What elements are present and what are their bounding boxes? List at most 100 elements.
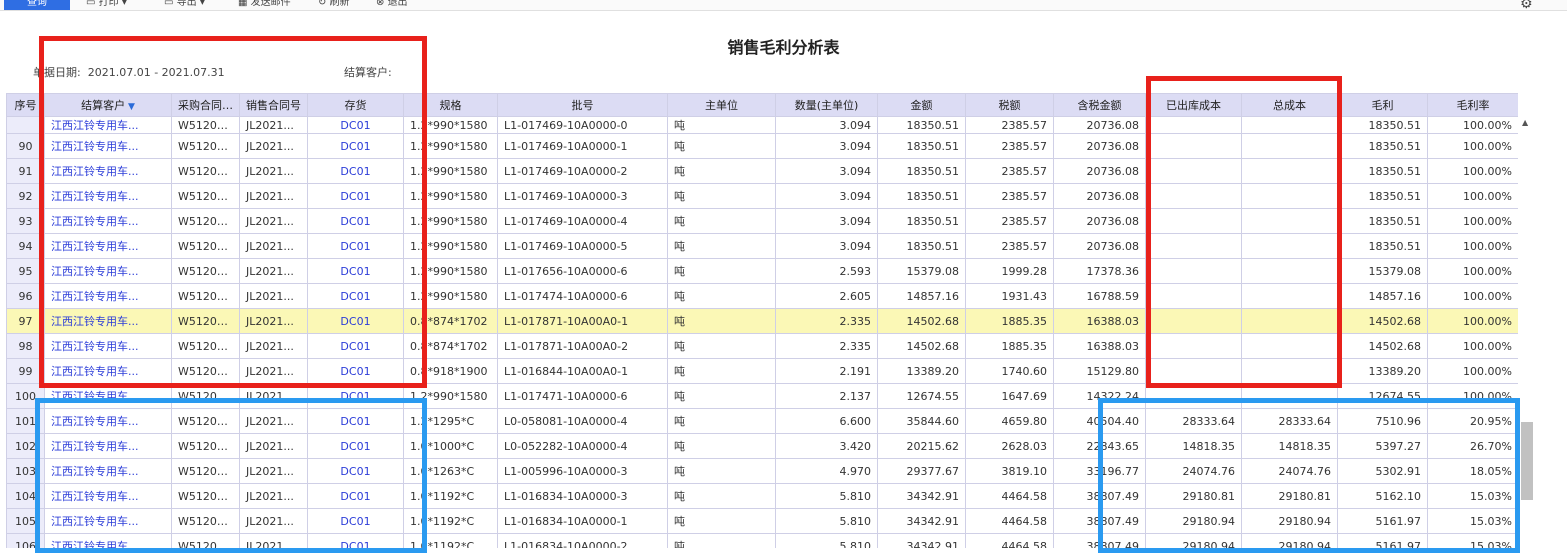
scrollbar-thumb[interactable] [1521,422,1533,500]
table-cell: W51202... [171,333,240,359]
table-cell[interactable]: DC01 [307,116,404,134]
table-cell[interactable]: 江西江铃专用车... [44,183,172,209]
table-cell: 2385.57 [965,208,1054,234]
table-cell[interactable]: DC01 [307,408,404,434]
print-button[interactable]: ▭ 打印 ▾ [86,0,127,10]
table-cell: JL2021... [239,233,308,259]
table-cell[interactable]: 江西江铃专用车... [44,233,172,259]
table-cell[interactable]: DC01 [307,333,404,359]
table-row[interactable]: 96 江西江铃专用车... W51202... JL2021... DC01 1.2*99… [6,283,1518,309]
table-cell: 3.094 [775,133,878,159]
table-cell: 2.593 [775,258,878,284]
table-cell[interactable]: DC01 [307,133,404,159]
column-header[interactable]: 含税金额 [1053,93,1146,117]
export-button[interactable]: ▭ 导出 ▾ [164,0,205,10]
table-row[interactable]: 105 江西江铃专用车... W51202... JL2021... DC01 1.0*1… [6,508,1518,534]
column-header[interactable]: 数量(主单位) [775,93,878,117]
column-header[interactable]: 毛利 [1337,93,1428,117]
table-cell[interactable]: DC01 [307,283,404,309]
table-row-partial[interactable]: 江西江铃专用车... W51202... JL2021... DC01 1.2*990*… [6,116,1518,134]
table-row[interactable]: 91 江西江铃专用车... W51202... JL2021... DC01 1.2*99… [6,158,1518,184]
table-cell[interactable]: 江西江铃专用车... [44,333,172,359]
table-row[interactable]: 104 江西江铃专用车... W51202... JL2021... DC01 1.0*1… [6,483,1518,509]
table-cell: 38807.49 [1053,483,1146,509]
row-number-cell: 90 [6,133,45,159]
column-header[interactable]: 批号 [497,93,668,117]
column-header[interactable]: 销售合同号 [239,93,308,117]
refresh-button[interactable]: ↻ 刷新 [318,0,350,10]
table-cell[interactable]: DC01 [307,183,404,209]
exit-button[interactable]: ⊗ 退出 [376,0,408,10]
table-cell[interactable]: 江西江铃专用车... [44,508,172,534]
table-row[interactable]: 99 江西江铃专用车... W51202... JL2021... DC01 0.8*91… [6,358,1518,384]
table-cell[interactable]: 江西江铃专用车... [44,133,172,159]
table-cell[interactable]: DC01 [307,308,404,334]
table-cell: 2385.57 [965,158,1054,184]
table-cell[interactable]: DC01 [307,533,404,548]
table-cell[interactable]: 江西江铃专用车... [44,158,172,184]
scroll-up-icon[interactable]: ▲ [1522,118,1528,127]
table-cell[interactable]: 江西江铃专用车... [44,308,172,334]
table-cell: 2.335 [775,308,878,334]
column-header[interactable]: 已出库成本 [1145,93,1242,117]
send-email-button[interactable]: ▦ 发送邮件 [238,0,291,10]
table-row[interactable]: 106 江西江铃专用车... W51202... JL2021... DC01 1.0*1… [6,533,1518,548]
table-cell[interactable]: 江西江铃专用车... [44,383,172,409]
table-row[interactable]: 92 江西江铃专用车... W51202... JL2021... DC01 1.2*99… [6,183,1518,209]
table-cell: W51202... [171,483,240,509]
table-cell[interactable]: 江西江铃专用车... [44,208,172,234]
table-cell[interactable]: 江西江铃专用车... [44,408,172,434]
table-row[interactable]: 102 江西江铃专用车... W51202... JL2021... DC01 1.0*1… [6,433,1518,459]
table-row[interactable]: 101 江西江铃专用车... W51202... JL2021... DC01 1.2*1… [6,408,1518,434]
sales-margin-table: 序号 结算客户 ▼ 采购合同编号 销售合同号 存货 规格 批号 主单位 数量(主单位) 金额 税额含… [6,93,1518,548]
column-header[interactable]: 规格 [403,93,498,117]
table-cell[interactable]: 江西江铃专用车... [44,458,172,484]
table-cell: 29377.67 [877,458,966,484]
table-row[interactable]: 94 江西江铃专用车... W51202... JL2021... DC01 1.2*99… [6,233,1518,259]
table-cell [1241,233,1338,259]
column-header[interactable]: 主单位 [667,93,776,117]
table-cell: 吨 [667,533,776,548]
column-header[interactable]: 采购合同编号 [171,93,240,117]
table-cell[interactable]: DC01 [307,158,404,184]
table-row[interactable]: 98 江西江铃专用车... W51202... JL2021... DC01 0.8*87… [6,333,1518,359]
table-row[interactable]: 95 江西江铃专用车... W51202... JL2021... DC01 1.2*99… [6,258,1518,284]
table-cell: 18350.51 [1337,158,1428,184]
table-cell[interactable]: 江西江铃专用车... [44,116,172,134]
column-header[interactable]: 序号 [6,93,45,117]
table-cell[interactable]: 江西江铃专用车... [44,283,172,309]
table-cell[interactable]: 江西江铃专用车... [44,433,172,459]
table-cell[interactable]: DC01 [307,483,404,509]
column-header-label: 采购合同编号 [178,99,240,112]
table-cell: W51202... [171,116,240,134]
table-cell[interactable]: 江西江铃专用车... [44,258,172,284]
table-cell[interactable]: DC01 [307,208,404,234]
table-cell: 18350.51 [877,233,966,259]
table-cell[interactable]: DC01 [307,458,404,484]
column-header[interactable]: 总成本 [1241,93,1338,117]
query-button[interactable]: 查询 [4,0,70,10]
table-cell[interactable]: 江西江铃专用车... [44,483,172,509]
table-cell[interactable]: DC01 [307,383,404,409]
column-header[interactable]: 结算客户 ▼ [44,93,172,117]
table-cell[interactable]: DC01 [307,258,404,284]
column-header[interactable]: 税额 [965,93,1054,117]
filter-icon[interactable]: ▼ [125,102,135,112]
table-row[interactable]: 93 江西江铃专用车... W51202... JL2021... DC01 1.2*99… [6,208,1518,234]
table-cell[interactable]: DC01 [307,433,404,459]
table-cell: 18350.51 [1337,133,1428,159]
table-row[interactable]: 103 江西江铃专用车... W51202... JL2021... DC01 1.0*1… [6,458,1518,484]
table-row[interactable]: 100 江西江铃专用车... W51202... JL2021... DC01 1.2*9… [6,383,1518,409]
table-cell: 吨 [667,233,776,259]
column-header[interactable]: 毛利率 [1427,93,1518,117]
column-header[interactable]: 存货 [307,93,404,117]
table-cell[interactable]: DC01 [307,508,404,534]
table-cell[interactable]: 江西江铃专用车... [44,358,172,384]
table-cell[interactable]: DC01 [307,233,404,259]
gear-icon[interactable]: ⚙ [1520,0,1533,12]
column-header[interactable]: 金额 [877,93,966,117]
table-cell[interactable]: 江西江铃专用车... [44,533,172,548]
table-row[interactable]: 90 江西江铃专用车... W51202... JL2021... DC01 1.2*99… [6,133,1518,159]
table-row[interactable]: 97 江西江铃专用车... W51202... JL2021... DC01 0.8*87… [6,308,1518,334]
table-cell[interactable]: DC01 [307,358,404,384]
